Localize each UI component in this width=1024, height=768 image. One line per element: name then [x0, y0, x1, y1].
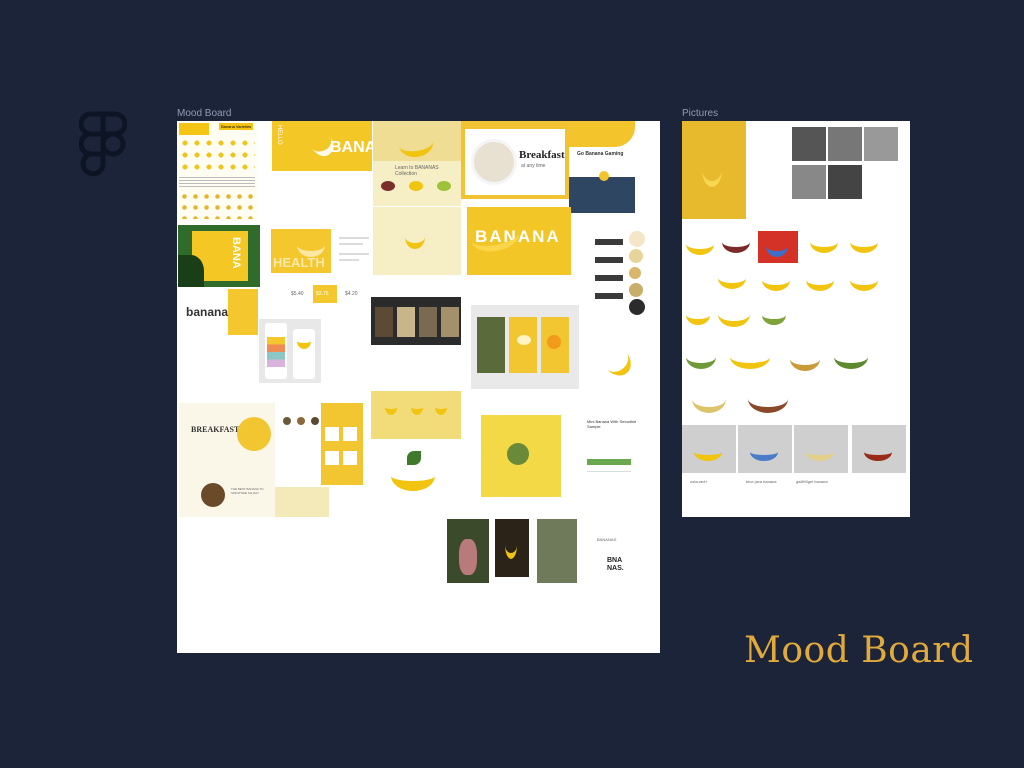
- logo-set-tile[interactable]: BANANAS. BNA NAS.: [591, 525, 647, 579]
- banana-photo-h[interactable]: [850, 269, 878, 291]
- banana-photo-p[interactable]: [692, 385, 726, 413]
- banana-varieties-chart[interactable]: Banana Varieties: [177, 121, 257, 221]
- text-block-tile[interactable]: [337, 231, 373, 275]
- photo-grid-tile[interactable]: [371, 297, 461, 345]
- banana-photo-q[interactable]: [748, 385, 788, 413]
- logo-c: NAS.: [607, 565, 624, 572]
- mood-board-frame-label[interactable]: Mood Board: [177, 108, 231, 119]
- banana-chart-title: Banana Varieties: [219, 123, 254, 130]
- banana-photo-c[interactable]: [810, 231, 838, 253]
- logo-a: BANANAS.: [597, 537, 618, 542]
- health-word: HEALTH: [273, 255, 325, 270]
- breakfast-site-sub: THE BEST BANANA TO SMOOTHIE SO DAY: [231, 487, 264, 495]
- swatch-5: [629, 299, 645, 315]
- portrait-5[interactable]: [828, 165, 862, 199]
- banana-photo-n[interactable]: [790, 347, 820, 371]
- game-ui-title: Go Banana Gaming: [577, 151, 624, 157]
- portrait-3[interactable]: [864, 127, 898, 161]
- blue-banana-photo[interactable]: [758, 231, 798, 263]
- banana-photo-d[interactable]: [850, 231, 878, 253]
- figma-logo-icon: [79, 111, 127, 177]
- studio-blue[interactable]: [738, 425, 792, 473]
- hello-vertical-text: HELLO: [276, 125, 282, 145]
- banana-photo-large[interactable]: [682, 121, 746, 219]
- caption-2: blue java banana: [746, 479, 777, 484]
- caption-3: ga8H0gei banana: [796, 479, 828, 484]
- portrait-2[interactable]: [828, 127, 862, 161]
- banana-photo-a[interactable]: [686, 233, 714, 255]
- breakfast-sub: at any time: [521, 163, 546, 169]
- yellow-banner-text: Learn to BANANAS Collection: [395, 165, 439, 177]
- banana-bunches-tile[interactable]: [371, 391, 461, 439]
- breakfast-tile[interactable]: Breakfast at any time: [461, 121, 569, 199]
- swatch-4: [629, 283, 643, 297]
- caption-1: coloured+: [690, 479, 708, 484]
- pricing-tile[interactable]: $5.40 $3.75 $4.20: [285, 279, 369, 307]
- game-ui-tile[interactable]: Go Banana Gaming: [569, 121, 635, 213]
- shop-page-tile[interactable]: Mini Banana With Smoothie Sample: [473, 405, 649, 501]
- breakfast-website-tile[interactable]: BREAKFAST! THE BEST BANANA TO SMOOTHIE S…: [179, 403, 275, 517]
- pictures-frame[interactable]: coloured+ blue java banana ga8H0gei bana…: [682, 121, 910, 517]
- price-c: $4.20: [345, 291, 358, 297]
- portrait-4[interactable]: [792, 165, 826, 199]
- single-banana-image[interactable]: [595, 338, 637, 382]
- mood-board-title: Mood Board: [744, 630, 974, 671]
- phone-app-tile[interactable]: [259, 319, 321, 383]
- banana-photo-e[interactable]: [718, 267, 746, 289]
- studio-pale[interactable]: [794, 425, 848, 473]
- health-tile[interactable]: HEALTH: [271, 229, 331, 273]
- banana-photo-i[interactable]: [686, 305, 710, 325]
- breakfast-title: Breakfast: [519, 149, 565, 161]
- banana-photo-o[interactable]: [834, 345, 868, 369]
- hello-big-text: BANA: [330, 139, 372, 156]
- pale-landing-tile[interactable]: [373, 207, 461, 275]
- yellow-banner-tile[interactable]: Learn to BANANAS Collection: [373, 121, 461, 206]
- breakfast-site-title: BREAKFAST!: [191, 425, 242, 434]
- banana-photo-m[interactable]: [730, 345, 770, 369]
- banana-leaves-image[interactable]: [383, 451, 443, 493]
- studio-yellow[interactable]: [682, 425, 736, 473]
- banana-photo-k[interactable]: [762, 305, 786, 325]
- banana-word-tile[interactable]: banana: [178, 289, 258, 337]
- swatch-1: [629, 231, 645, 247]
- photo-2[interactable]: [495, 519, 529, 577]
- tall-yellow-tile[interactable]: [321, 403, 363, 485]
- swatch-3: [629, 267, 641, 279]
- studio-red[interactable]: [852, 425, 906, 473]
- banana-photo-j[interactable]: [718, 301, 750, 327]
- banana-word-text: banana: [186, 305, 229, 319]
- price-b: $3.75: [316, 291, 329, 297]
- mood-board-frame[interactable]: Banana Varieties HELLO BANA Learn to BAN…: [177, 121, 660, 653]
- banana-photo-g[interactable]: [806, 269, 834, 291]
- yellow-cards-tile[interactable]: [471, 305, 579, 389]
- photo-1[interactable]: [447, 519, 489, 583]
- logo-b: BNA: [607, 557, 623, 564]
- banana-photo-f[interactable]: [762, 269, 790, 291]
- banana-photo-b[interactable]: [722, 231, 750, 253]
- shop-page-title: Mini Banana With Smoothie Sample: [587, 419, 637, 429]
- color-swatches-tile[interactable]: [589, 221, 653, 317]
- tropical-ad-word: BANA: [230, 237, 242, 269]
- banana-photo-l[interactable]: [686, 345, 716, 369]
- portrait-1[interactable]: [792, 127, 826, 161]
- price-a: $5.40: [291, 291, 304, 297]
- hello-banana-tile[interactable]: HELLO BANA: [272, 121, 372, 171]
- tropical-ad-tile[interactable]: BANA: [178, 225, 260, 287]
- pictures-frame-label[interactable]: Pictures: [682, 108, 718, 119]
- banana-hero-tile[interactable]: BANANA: [467, 207, 571, 275]
- swatch-2: [629, 249, 643, 263]
- photo-3[interactable]: [537, 519, 577, 583]
